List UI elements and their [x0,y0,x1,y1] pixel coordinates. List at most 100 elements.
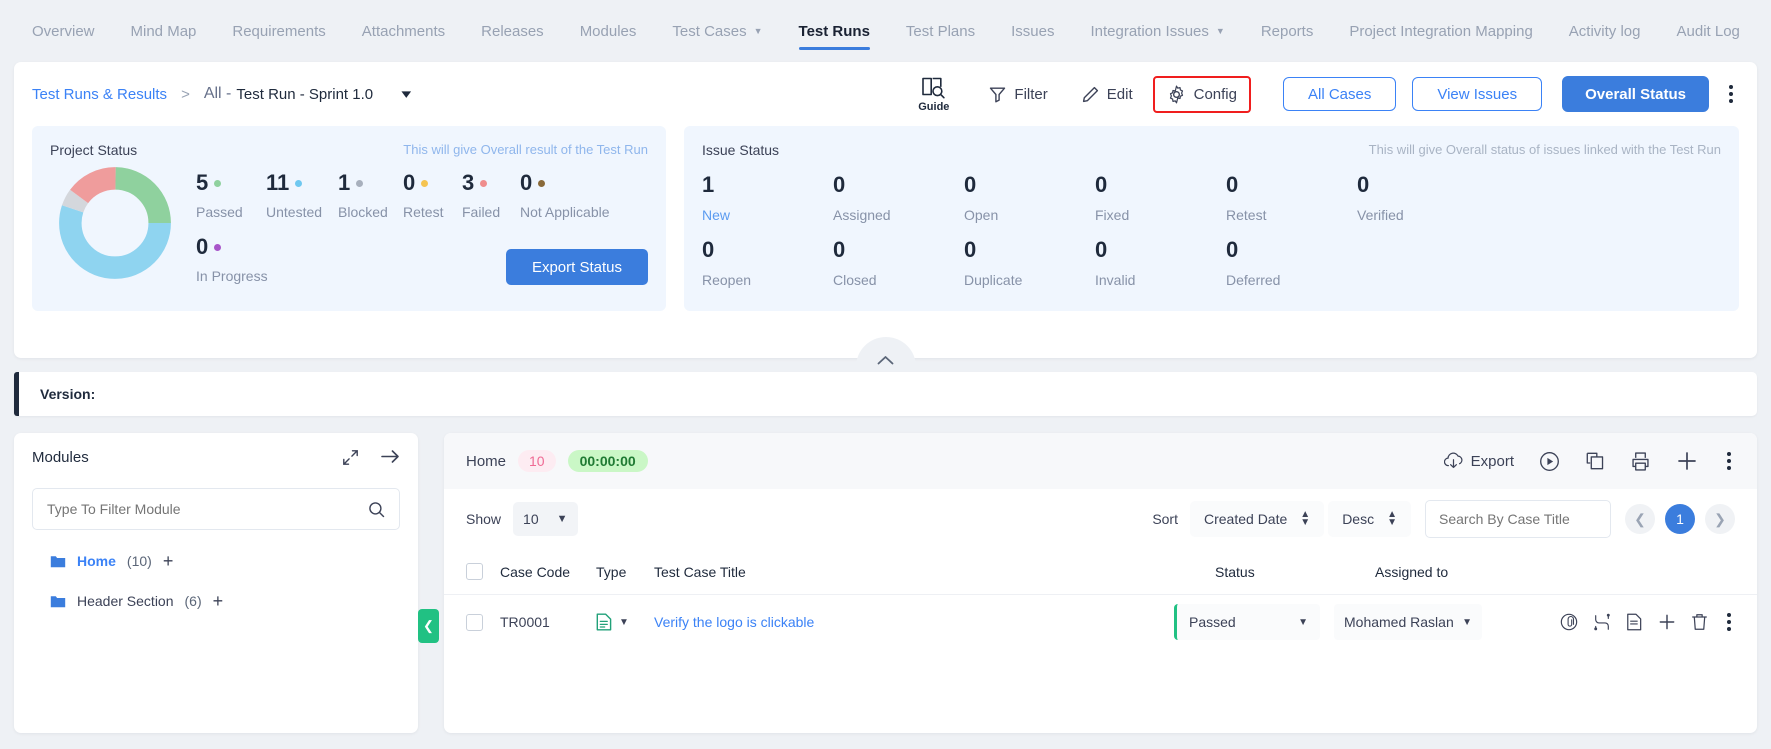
nav-item-integration-issues[interactable]: Integration Issues ▼ [1072,0,1242,62]
next-page-button[interactable]: ❯ [1705,504,1735,534]
table-row: TR0001 ▼ Verify the logo is clickable Pa… [444,595,1757,649]
row-select-checkbox[interactable] [466,613,483,631]
status-color-dot [480,179,488,187]
cases-more-options-icon[interactable] [1723,448,1735,474]
cases-tab-label[interactable]: Home [466,453,506,470]
nav-item-releases[interactable]: Releases [463,0,562,62]
issue-stat-retest: 0 Retest [1226,172,1357,223]
search-icon[interactable] [368,501,385,518]
module-filter-field[interactable] [32,488,400,530]
nav-item-reports[interactable]: Reports [1243,0,1332,62]
nav-item-label: Activity log [1568,22,1641,40]
nav-item-test-cases[interactable]: Test Cases ▼ [654,0,780,62]
export-icon [1443,452,1463,468]
config-button[interactable]: Config [1152,75,1251,113]
overall-status-button[interactable]: Overall Status [1562,76,1709,112]
stat-value: 1 [338,170,403,196]
nav-item-audit-log[interactable]: Audit Log [1659,0,1758,62]
export-cases-button[interactable]: Export [1443,452,1514,471]
nav-item-activity-log[interactable]: Activity log [1551,0,1659,62]
cell-assigned-to: Mohamed Raslan ▼ [1334,604,1544,640]
sort-updown-icon: ▲ ▼ [1387,509,1397,528]
status-color-dot [214,179,222,187]
nav-item-modules[interactable]: Modules [562,0,655,62]
column-type: Type [596,563,627,580]
edit-button[interactable]: Edit [1068,77,1147,112]
add-module-icon[interactable]: + [213,592,224,610]
nav-item-mind-map[interactable]: Mind Map [113,0,215,62]
export-cases-label: Export [1470,452,1514,470]
cell-case-code: TR0001 [500,614,550,630]
breadcrumb-root-link[interactable]: Test Runs & Results [32,86,167,103]
assignee-select[interactable]: Mohamed Raslan ▼ [1334,604,1482,640]
copy-icon[interactable] [1585,451,1605,471]
pagination: ❮ 1 ❯ [1625,504,1735,534]
nav-item-overview[interactable]: Overview [14,0,113,62]
stat-label: Retest [403,204,444,220]
status-color-dot [356,179,364,187]
sort-field-select[interactable]: Created Date ▲ ▼ [1190,501,1325,537]
issue-stat-label: Deferred [1226,272,1281,288]
add-module-icon[interactable]: + [163,552,174,570]
issue-stat-verified: 0 Verified [1357,172,1488,223]
nav-item-test-runs[interactable]: Test Runs [781,0,888,62]
lower-section: Modules Home (10) + Header Section (6) + ❮ [14,433,1757,733]
attachment-icon[interactable] [1560,613,1578,631]
collapse-modules-handle[interactable]: ❮ [418,609,439,643]
notes-icon[interactable] [1626,613,1643,631]
add-icon[interactable] [1676,450,1698,472]
cell-type[interactable]: ▼ [596,613,654,631]
add-icon[interactable] [1658,613,1676,631]
delete-icon[interactable] [1691,613,1708,631]
nav-item-label: Attachments [361,22,446,40]
more-options-icon[interactable] [1725,81,1737,107]
module-item[interactable]: Home (10) + [32,552,400,570]
guide-button[interactable]: Guide [918,76,949,113]
nav-item-issues[interactable]: Issues [993,0,1072,62]
cell-test-case-title[interactable]: Verify the logo is clickable [654,614,1174,630]
filter-button[interactable]: Filter [975,77,1061,112]
status-value: Passed [1189,614,1236,630]
nav-item-label: Test Cases [672,22,747,40]
issue-stat-value: 0 [833,237,846,262]
chevron-down-icon[interactable]: ▾ [401,86,411,102]
link-issue-icon[interactable] [1593,613,1611,631]
expand-icon[interactable] [342,449,359,466]
page-size-value: 10 [523,511,539,527]
module-item[interactable]: Header Section (6) + [32,592,400,610]
issue-stats-row-1: 1 New 0 Assigned 0 Open 0 Fixed 0 Retest 0 Verified [702,172,1721,223]
status-color-dot [295,179,303,187]
chevron-down-icon: ▼ [753,25,763,36]
nav-item-requirements[interactable]: Requirements [214,0,343,62]
issue-stat-label: New [702,207,731,223]
issue-stat-value: 0 [1226,237,1239,262]
column-status: Status [1215,563,1255,580]
all-cases-button[interactable]: All Cases [1282,77,1397,111]
view-issues-button[interactable]: View Issues [1412,77,1543,111]
module-filter-input[interactable] [47,501,368,517]
nav-item-attachments[interactable]: Attachments [344,0,463,62]
export-status-button[interactable]: Export Status [505,249,648,285]
print-icon[interactable] [1630,451,1651,472]
cell-status: Passed ▼ [1174,604,1334,640]
search-case-input[interactable] [1425,500,1611,538]
row-more-options-icon[interactable] [1723,609,1735,635]
sort-direction-select[interactable]: Desc ▲ ▼ [1328,501,1411,537]
issue-stat-value: 0 [1095,237,1108,262]
test-cases-panel: Home 10 00:00:00 Export Show 10 ▼ Sort C… [444,433,1757,733]
version-bar: Version: [14,372,1757,416]
nav-item-project-integration-mapping[interactable]: Project Integration Mapping [1331,0,1550,62]
issue-stat-label: Retest [1226,207,1267,223]
page-size-select[interactable]: 10 ▼ [513,502,578,536]
select-all-checkbox[interactable] [466,563,483,580]
nav-item-test-plans[interactable]: Test Plans [888,0,993,62]
breadcrumb-run-name: Test Run - Sprint 1.0 [236,85,374,103]
nav-item-label: Mind Map [130,22,197,40]
prev-page-button[interactable]: ❮ [1625,504,1655,534]
status-select[interactable]: Passed ▼ [1174,604,1320,640]
page-1-button[interactable]: 1 [1665,504,1695,534]
pencil-icon [1082,86,1098,102]
chevron-down-icon: ▼ [556,513,568,525]
play-circle-icon[interactable] [1539,451,1560,472]
arrow-right-icon[interactable] [381,449,400,464]
